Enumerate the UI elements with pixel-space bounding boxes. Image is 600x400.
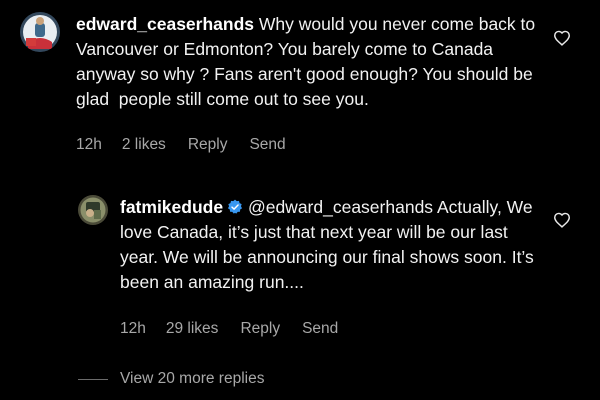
- avatar-fatmike[interactable]: [78, 195, 108, 225]
- comment-edward-actions: 12h 2 likes Reply Send: [76, 136, 286, 154]
- comment-fatmike-actions: 12h 29 likes Reply Send: [120, 320, 338, 338]
- comment-edward-reply-button[interactable]: Reply: [188, 136, 228, 154]
- avatar-fatmike-image: [78, 195, 108, 225]
- comment-fatmike-send-button[interactable]: Send: [302, 320, 338, 338]
- view-more-replies-button[interactable]: View 20 more replies: [78, 370, 264, 388]
- comment-edward-time: 12h: [76, 136, 102, 153]
- comment-edward-likes[interactable]: 2 likes: [122, 136, 166, 154]
- comment-edward-send-button[interactable]: Send: [249, 136, 285, 154]
- comment-fatmike-reply-button[interactable]: Reply: [240, 320, 280, 338]
- comment-fatmike-time: 12h: [120, 320, 146, 337]
- heart-outline-icon[interactable]: [553, 212, 571, 228]
- avatar-edward[interactable]: [20, 12, 60, 52]
- view-more-divider: [78, 378, 108, 380]
- heart-outline-icon[interactable]: [553, 30, 571, 46]
- comment-edward-username[interactable]: edward_ceaserhands: [76, 14, 254, 34]
- comment-edward-body: edward_ceaserhands Why would you never c…: [76, 12, 546, 112]
- comment-fatmike-username[interactable]: fatmikedude: [120, 197, 223, 217]
- avatar-edward-image: [20, 12, 60, 52]
- comment-fatmike-body: fatmikedude @edward_ceaserhands Actually…: [120, 195, 540, 295]
- comment-fatmike-likes[interactable]: 29 likes: [166, 320, 219, 338]
- comment-fatmike-mention[interactable]: @edward_ceaserhands: [248, 197, 433, 217]
- view-more-replies-label: View 20 more replies: [120, 370, 265, 387]
- verified-badge-icon: [228, 199, 243, 214]
